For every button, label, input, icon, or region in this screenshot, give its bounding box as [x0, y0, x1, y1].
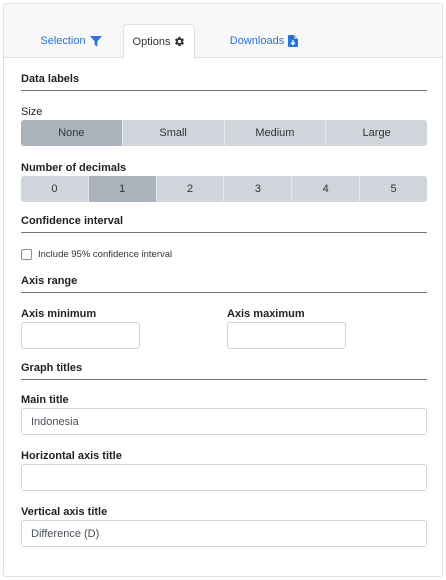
- size-button-group: None Small Medium Large: [21, 120, 427, 146]
- decimals-option-1[interactable]: 1: [88, 176, 157, 202]
- filter-icon: [89, 35, 102, 47]
- axis-range-divider: [21, 292, 427, 293]
- graph-titles-divider: [21, 379, 427, 380]
- tab-downloads[interactable]: Downloads: [216, 24, 312, 58]
- file-download-icon: [288, 35, 299, 47]
- gear-icon: [174, 36, 185, 47]
- axis-minimum-label: Axis minimum: [21, 308, 97, 320]
- confidence-divider: [21, 232, 427, 233]
- tab-selection-label: Selection: [40, 35, 86, 47]
- data-labels-heading: Data labels: [21, 73, 80, 85]
- decimals-option-2[interactable]: 2: [156, 176, 225, 202]
- size-option-none[interactable]: None: [21, 120, 123, 146]
- horizontal-axis-title-input[interactable]: [21, 464, 427, 491]
- main-title-label: Main title: [21, 394, 69, 406]
- tab-selection[interactable]: Selection: [22, 24, 120, 58]
- decimals-option-3[interactable]: 3: [224, 176, 293, 202]
- data-labels-divider: [21, 90, 427, 91]
- vertical-axis-title-input[interactable]: Difference (D): [21, 520, 427, 547]
- tab-options-label: Options: [132, 35, 171, 48]
- axis-maximum-input[interactable]: [227, 322, 346, 349]
- confidence-heading: Confidence interval: [21, 215, 124, 227]
- size-option-medium[interactable]: Medium: [224, 120, 327, 146]
- decimals-option-4[interactable]: 4: [292, 176, 361, 202]
- size-label: Size: [21, 106, 43, 118]
- decimals-button-group: 0 1 2 3 4 5: [21, 176, 427, 202]
- horizontal-axis-title-label: Horizontal axis title: [21, 450, 122, 462]
- decimals-option-0[interactable]: 0: [21, 176, 89, 202]
- tab-options[interactable]: Options: [123, 24, 195, 59]
- main-title-input[interactable]: Indonesia: [21, 408, 427, 435]
- axis-maximum-label: Axis maximum: [227, 308, 305, 320]
- axis-range-heading: Axis range: [21, 275, 78, 287]
- axis-minimum-input[interactable]: [21, 322, 140, 349]
- size-option-small[interactable]: Small: [122, 120, 225, 146]
- decimals-option-5[interactable]: 5: [360, 176, 427, 202]
- tab-bar: Selection Options Downloads: [4, 4, 442, 59]
- decimals-label: Number of decimals: [21, 162, 127, 174]
- graph-titles-heading: Graph titles: [21, 362, 83, 374]
- confidence-checkbox-row[interactable]: Include 95% confidence interval: [21, 249, 172, 260]
- confidence-checkbox-label: Include 95% confidence interval: [38, 249, 173, 260]
- tab-downloads-label: Downloads: [229, 35, 285, 47]
- vertical-axis-title-label: Vertical axis title: [21, 506, 108, 518]
- size-option-large[interactable]: Large: [326, 120, 427, 146]
- options-panel: Selection Options Downloads Data labels …: [3, 3, 443, 577]
- confidence-checkbox[interactable]: [21, 249, 32, 260]
